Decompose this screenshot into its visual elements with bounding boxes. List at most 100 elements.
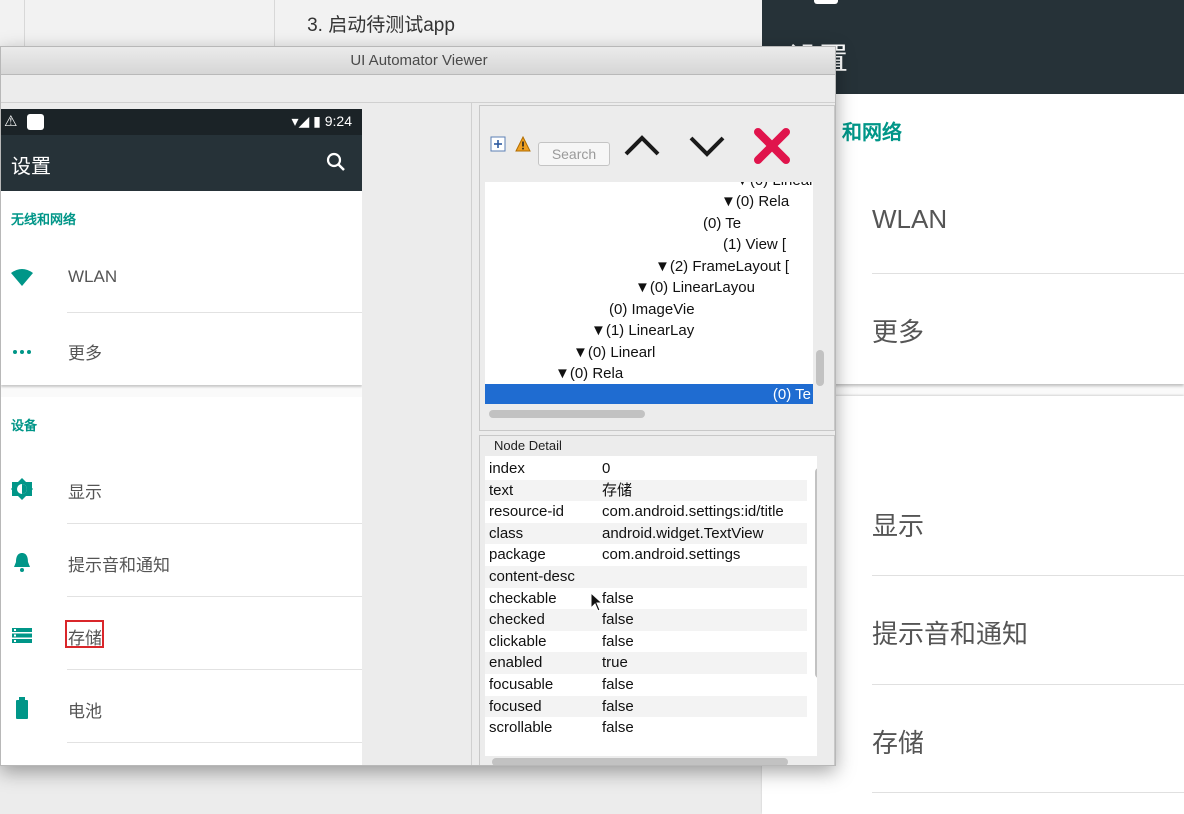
slide-bottom-strip: [0, 766, 762, 814]
list-item-wlan[interactable]: WLAN: [1, 241, 362, 313]
property-value: 0: [602, 460, 611, 477]
table-row[interactable]: text 存储: [485, 479, 807, 502]
table-row[interactable]: checkable false: [485, 588, 807, 610]
property-key: checkable: [489, 589, 557, 607]
property-value: false: [602, 697, 634, 715]
previous-node-icon[interactable]: [620, 124, 664, 168]
list-item-battery[interactable]: 电池: [1, 671, 362, 743]
table-row[interactable]: package com.android.settings: [485, 544, 807, 566]
list-item-sound[interactable]: 提示音和通知: [1, 525, 362, 597]
tree-node[interactable]: (1) View [: [723, 234, 813, 255]
tree-node[interactable]: ▼(0) LinearLayou: [635, 277, 813, 298]
uiautomator-viewer-window: UI Automator Viewer ⚠ ▾◢ ▮ 9:24 设置 无线和网络: [0, 46, 836, 766]
brightness-icon: [11, 478, 33, 500]
tree-node[interactable]: ▼(0) Rela: [721, 191, 813, 212]
device-screenshot[interactable]: ⚠ ▾◢ ▮ 9:24 设置 无线和网络 WLAN 更多 设备 显示 提示音和通…: [1, 109, 362, 765]
list-item-display[interactable]: 显示: [1, 452, 362, 524]
expand-all-icon[interactable]: [490, 136, 506, 152]
card-wireless: 无线和网络 WLAN 更多: [1, 191, 362, 385]
next-node-icon[interactable]: [685, 124, 729, 168]
property-value: false: [602, 611, 634, 629]
window-title: UI Automator Viewer: [1, 47, 835, 75]
battery-icon: [16, 697, 28, 719]
hierarchy-tree[interactable]: ▼(0) Linear ▼(0) Rela (0) Te (1) View [ …: [485, 182, 813, 404]
table-row[interactable]: enabled true: [485, 652, 807, 674]
device-appbar: 设置: [1, 135, 362, 191]
hierarchy-search-input[interactable]: Search: [538, 142, 610, 166]
tree-vertical-scrollbar[interactable]: [816, 350, 824, 386]
property-value: com.android.settings:id/title: [602, 503, 784, 521]
wifi-icon: [11, 269, 33, 286]
status-time: 9:24: [324, 113, 352, 129]
wlan-label: WLAN: [68, 267, 118, 286]
table-row[interactable]: clickable false: [485, 631, 807, 653]
background-item-storage: 存储: [872, 728, 925, 758]
list-item-storage[interactable]: 存储: [1, 598, 362, 670]
warning-toggle-icon[interactable]: [515, 136, 531, 152]
sound-label: 提示音和通知: [68, 556, 170, 575]
divider: [67, 742, 362, 743]
table-row[interactable]: index 0: [485, 458, 807, 480]
divider: [872, 575, 1184, 576]
table-row[interactable]: content-desc: [485, 566, 807, 588]
node-detail-title: Node Detail: [494, 438, 562, 453]
display-label: 显示: [68, 483, 102, 502]
table-row[interactable]: scrollable false: [485, 717, 807, 739]
more-dots-icon: [13, 350, 31, 354]
tree-node[interactable]: ▼(1) LinearLay: [591, 320, 813, 341]
notification-icon: [27, 114, 44, 130]
table-row[interactable]: resource-id com.android.settings:id/title: [485, 501, 807, 523]
device-status-bar: ⚠ ▾◢ ▮ 9:24: [1, 109, 362, 135]
node-detail-pane: Node Detail index 0 text 存储 resource-id com…: [479, 435, 835, 765]
table-row[interactable]: class android.widget.TextView: [485, 522, 807, 545]
property-value: false: [602, 719, 634, 737]
table-row[interactable]: focusable false: [485, 674, 807, 696]
background-item-sound: 提示音和通知: [872, 619, 1029, 649]
property-key: focusable: [489, 676, 554, 693]
property-value: android.widget.TextView: [602, 524, 764, 542]
property-key: text: [489, 481, 514, 499]
property-key: class: [489, 524, 524, 542]
table-row[interactable]: focused false: [485, 695, 807, 718]
property-key: scrollable: [489, 719, 553, 737]
tree-node-selected[interactable]: (0) Te: [485, 384, 813, 404]
bell-icon: [14, 553, 30, 572]
tree-node[interactable]: ▼(0) Linear: [735, 182, 813, 191]
section-device-title: 设备: [11, 418, 38, 433]
slide-title: 3. 启动待测试app: [307, 15, 455, 36]
background-item-display: 显示: [872, 511, 925, 541]
detail-vertical-scrollbar[interactable]: [815, 468, 817, 678]
background-item-wlan: WLAN: [872, 204, 948, 234]
detail-horizontal-scrollbar[interactable]: [492, 758, 788, 765]
background-item-more: 更多: [872, 317, 925, 347]
property-value: false: [602, 589, 634, 607]
divider: [67, 596, 362, 597]
wifi-signal-icon: ▾◢: [291, 113, 310, 129]
clear-search-icon[interactable]: [750, 124, 794, 168]
list-item-more[interactable]: 更多: [1, 313, 362, 385]
tree-node[interactable]: ▼(0) Linearl: [573, 342, 813, 363]
tree-horizontal-scrollbar[interactable]: [489, 410, 645, 418]
selected-node-highlight: [65, 620, 104, 648]
tree-node[interactable]: (0) ImageVie: [609, 299, 813, 320]
battery-label: 电池: [68, 702, 102, 721]
background-section-wireless: 和网络: [842, 122, 902, 144]
table-row[interactable]: checked false: [485, 609, 807, 631]
divider: [872, 792, 1184, 793]
splitter-pane: [362, 103, 472, 765]
tree-node-selected-label: (0) Te: [772, 386, 811, 403]
section-wireless-title: 无线和网络: [11, 212, 77, 227]
property-key: checked: [489, 611, 545, 629]
tree-node[interactable]: ▼(0) Rela: [555, 363, 813, 384]
window-toolbar: [1, 75, 835, 103]
node-detail-table[interactable]: index 0 text 存储 resource-id com.android.set…: [485, 456, 817, 756]
warning-icon: ⚠: [4, 113, 18, 130]
property-key: focused: [489, 697, 542, 715]
mouse-cursor-icon: [590, 592, 604, 612]
property-key: resource-id: [489, 503, 565, 521]
tree-node[interactable]: (0) Te: [703, 213, 813, 234]
property-value: com.android.settings: [602, 546, 741, 564]
tree-node[interactable]: ▼(2) FrameLayout [: [655, 256, 813, 277]
hierarchy-pane: Search ▼(0) Linear ▼(0) Rela (0) Te (1) …: [479, 105, 835, 431]
search-icon[interactable]: [326, 152, 346, 172]
